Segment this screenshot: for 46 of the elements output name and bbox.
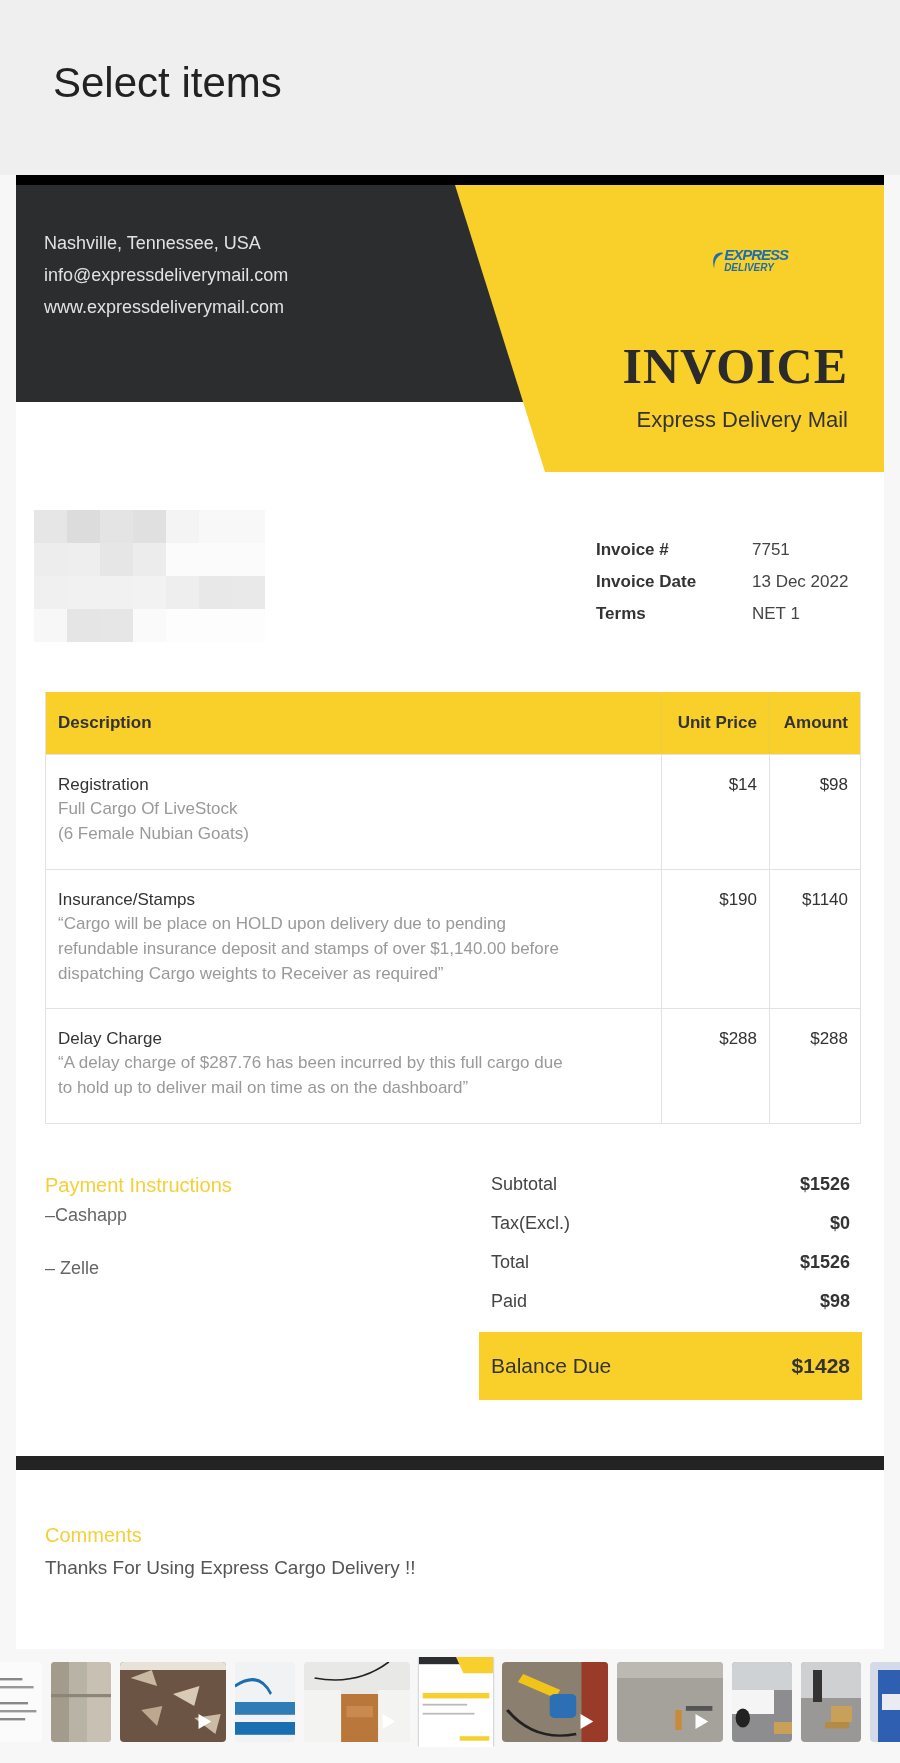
total-value: $98: [819, 1291, 850, 1312]
play-icon: [694, 1713, 709, 1730]
field-label: Invoice #: [596, 540, 670, 560]
item-title: Insurance/Stamps: [58, 890, 196, 910]
unit-price: $288: [719, 1029, 757, 1048]
unit-price: $190: [719, 890, 757, 909]
total-label: Balance Due: [491, 1354, 612, 1378]
total-value: $1526: [799, 1174, 850, 1195]
column-header: Description: [46, 692, 662, 754]
total-value: $0: [829, 1213, 850, 1234]
total-label: Paid: [491, 1291, 528, 1312]
field-label: Terms: [596, 604, 647, 624]
amount: $288: [810, 1029, 848, 1048]
company-name: Express Delivery Mail: [636, 407, 848, 433]
column-header: Unit Price: [662, 692, 770, 754]
column-header: Amount: [782, 712, 849, 734]
unit-price: $14: [728, 775, 757, 794]
total-value: $1526: [799, 1252, 850, 1273]
play-icon: [197, 1713, 212, 1730]
total-label: Total: [491, 1252, 530, 1273]
play-icon: [579, 1713, 594, 1730]
field-value: NET 1: [752, 604, 801, 624]
comment-text: Thanks For Using Express Cargo Delivery !!: [45, 1557, 417, 1579]
contact-line: www.expressdeliverymail.com: [44, 297, 286, 317]
field-label: Invoice Date: [596, 572, 698, 592]
payment-method: – Zelle: [45, 1258, 101, 1279]
item-description: “Cargo will be place on HOLD upon delivery due to pending refundable insurance deposit and stamps of over $1,140.00 before dispatching Cargo weights to Receiver as required”: [58, 913, 560, 985]
screen-title: Select items: [53, 58, 282, 107]
total-value: $1428: [791, 1354, 850, 1378]
item-description: “A delay charge of $287.76 has been incurred by this full cargo due to hold up to deliver mail on time as on the dashboard”: [58, 1052, 564, 1099]
total-label: Subtotal: [491, 1174, 558, 1195]
payment-method: –Cashapp: [45, 1205, 129, 1226]
item-title: Registration: [58, 775, 150, 795]
contact-line: Nashville, Tennessee, USA: [44, 233, 262, 253]
amount: $1140: [802, 890, 848, 909]
invoice-title: INVOICE: [622, 337, 848, 395]
item-title: Delay Charge: [58, 1029, 163, 1049]
contact-line: info@expressdeliverymail.com: [44, 265, 289, 285]
logo: EXPRESS DELIVERY: [710, 247, 788, 275]
amount: $98: [819, 775, 848, 794]
total-label: Tax(Excl.): [491, 1213, 570, 1234]
section-heading: Comments: [45, 1524, 143, 1547]
field-value: 7751: [752, 540, 791, 560]
field-value: 13 Dec 2022: [752, 572, 850, 592]
section-heading: Payment Instructions: [45, 1174, 232, 1197]
item-description: Full Cargo Of LiveStock (6 Female Nubian Goats): [58, 798, 250, 845]
